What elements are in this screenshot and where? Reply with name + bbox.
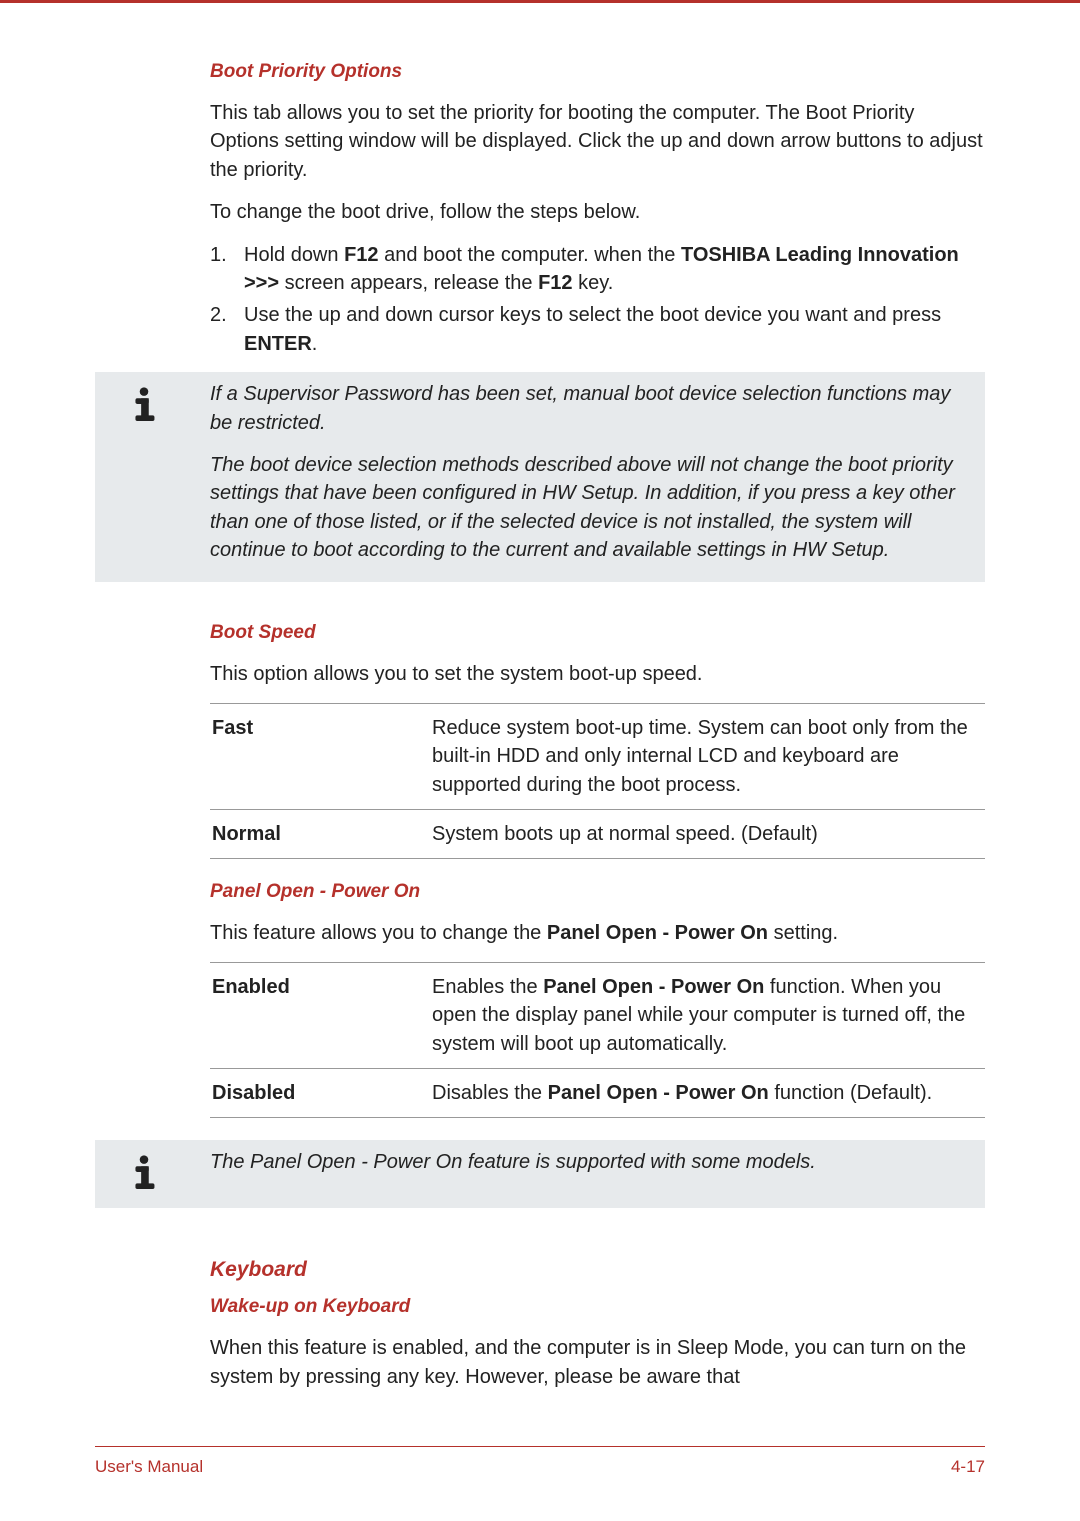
term: Enabled (210, 962, 430, 1068)
panel-open-p1: This feature allows you to change the Pa… (210, 919, 985, 947)
table-row: Enabled Enables the Panel Open - Power O… (210, 962, 985, 1068)
note-icon-col (95, 380, 210, 564)
boot-speed-p1: This option allows you to set the system… (210, 660, 985, 688)
term: Normal (210, 810, 430, 859)
note-para: If a Supervisor Password has been set, m… (210, 380, 975, 437)
text: . (312, 333, 318, 355)
panel-open-table: Enabled Enables the Panel Open - Power O… (210, 962, 985, 1119)
page: Boot Priority Options This tab allows yo… (0, 0, 1080, 1391)
list-num: 1. (210, 241, 244, 298)
bold-text: F12 (344, 244, 378, 266)
boot-priority-steps: 1. Hold down F12 and boot the computer. … (210, 241, 985, 359)
heading-boot-priority: Boot Priority Options (210, 61, 985, 83)
text: Enables the (432, 976, 543, 998)
bold-text: Panel Open - Power On (547, 922, 768, 944)
text: Disables the (432, 1082, 548, 1104)
term: Disabled (210, 1068, 430, 1117)
desc: Enables the Panel Open - Power On functi… (430, 962, 985, 1068)
desc: Reduce system boot-up time. System can b… (430, 703, 985, 809)
footer-left: User's Manual (95, 1457, 203, 1477)
bold-text: F12 (538, 272, 572, 294)
bold-text: Panel Open - Power On (543, 976, 764, 998)
text: Hold down (244, 244, 344, 266)
text: key. (573, 272, 614, 294)
heading-wake-keyboard: Wake-up on Keyboard (210, 1296, 985, 1318)
note-block-panel-open: The Panel Open - Power On feature is sup… (95, 1140, 985, 1208)
text: Use the up and down cursor keys to selec… (244, 304, 941, 326)
list-item: 2. Use the up and down cursor keys to se… (210, 301, 985, 358)
text: This feature allows you to change the (210, 922, 547, 944)
list-text: Hold down F12 and boot the computer. whe… (244, 241, 985, 298)
footer-right: 4-17 (951, 1457, 985, 1477)
term: Fast (210, 703, 430, 809)
info-icon (125, 384, 163, 422)
note-block-boot-priority: If a Supervisor Password has been set, m… (95, 372, 985, 582)
list-num: 2. (210, 301, 244, 358)
text: and boot the computer. when the (379, 244, 681, 266)
note-text-col: If a Supervisor Password has been set, m… (210, 380, 975, 564)
table-row: Normal System boots up at normal speed. … (210, 810, 985, 859)
list-item: 1. Hold down F12 and boot the computer. … (210, 241, 985, 298)
table-row: Disabled Disables the Panel Open - Power… (210, 1068, 985, 1117)
keyboard-p1: When this feature is enabled, and the co… (210, 1334, 985, 1391)
heading-panel-open: Panel Open - Power On (210, 881, 985, 903)
boot-priority-p2: To change the boot drive, follow the ste… (210, 198, 985, 226)
table-row: Fast Reduce system boot-up time. System … (210, 703, 985, 809)
content-area: Boot Priority Options This tab allows yo… (95, 33, 985, 1391)
bold-text: ENTER (244, 333, 312, 355)
bold-text: Panel Open - Power On (548, 1082, 769, 1104)
heading-boot-speed: Boot Speed (210, 622, 985, 644)
heading-keyboard: Keyboard (210, 1258, 985, 1282)
note-text-col: The Panel Open - Power On feature is sup… (210, 1148, 975, 1190)
boot-speed-table: Fast Reduce system boot-up time. System … (210, 703, 985, 860)
text: setting. (768, 922, 838, 944)
desc: System boots up at normal speed. (Defaul… (430, 810, 985, 859)
list-text: Use the up and down cursor keys to selec… (244, 301, 985, 358)
note-para: The Panel Open - Power On feature is sup… (210, 1148, 975, 1176)
note-icon-col (95, 1148, 210, 1190)
text: function (Default). (769, 1082, 932, 1104)
footer: User's Manual 4-17 (95, 1446, 985, 1477)
note-para: The boot device selection methods descri… (210, 451, 975, 565)
text: screen appears, release the (279, 272, 538, 294)
info-icon (125, 1152, 163, 1190)
desc: Disables the Panel Open - Power On funct… (430, 1068, 985, 1117)
boot-priority-p1: This tab allows you to set the priority … (210, 99, 985, 184)
